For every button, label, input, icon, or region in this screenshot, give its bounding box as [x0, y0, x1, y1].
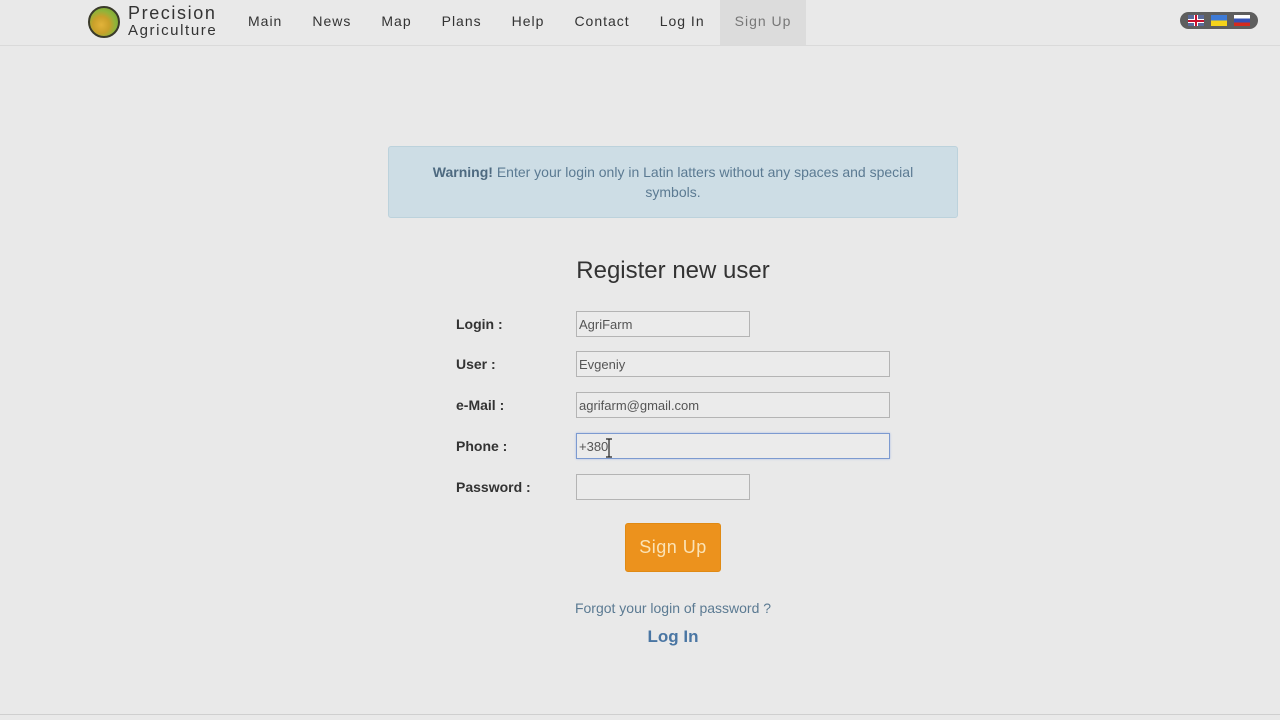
login-input[interactable]	[576, 311, 750, 337]
password-label: Password :	[456, 479, 531, 495]
footer-divider	[0, 714, 1280, 715]
page-title: Register new user	[576, 257, 770, 284]
login-label: Login :	[456, 316, 503, 332]
phone-label: Phone :	[456, 438, 508, 454]
language-switcher	[1180, 12, 1258, 29]
russia-flag-icon[interactable]	[1234, 15, 1251, 26]
login-link[interactable]: Log In	[0, 627, 1280, 647]
phone-input[interactable]	[576, 433, 890, 459]
navbar: Precision Agriculture Main News Map Plan…	[0, 0, 1280, 46]
brand-name-line1: Precision	[128, 3, 217, 23]
nav-main[interactable]: Main	[233, 0, 297, 45]
nav-plans[interactable]: Plans	[427, 0, 497, 45]
warning-text: Enter your login only in Latin latters w…	[492, 164, 914, 200]
forgot-password-link[interactable]: Forgot your login of password ?	[0, 600, 1280, 616]
nav-map[interactable]: Map	[366, 0, 426, 45]
warning-alert: Warning! Enter your login only in Latin …	[388, 146, 958, 218]
brand-name-line2: Agriculture	[128, 22, 218, 39]
nav-login[interactable]: Log In	[645, 0, 720, 45]
password-input[interactable]	[576, 474, 750, 500]
logo-icon	[88, 6, 120, 38]
nav-contact[interactable]: Contact	[559, 0, 644, 45]
nav-help[interactable]: Help	[497, 0, 560, 45]
user-label: User :	[456, 356, 496, 372]
ukraine-flag-icon[interactable]	[1210, 15, 1227, 26]
user-input[interactable]	[576, 351, 890, 377]
warning-label: Warning!	[432, 164, 493, 180]
main-nav: Main News Map Plans Help Contact Log In …	[233, 0, 807, 45]
email-label: e-Mail :	[456, 397, 505, 413]
nav-news[interactable]: News	[297, 0, 366, 45]
nav-signup[interactable]: Sign Up	[719, 0, 807, 45]
signup-button[interactable]: Sign Up	[625, 523, 721, 572]
uk-flag-icon[interactable]	[1187, 15, 1204, 26]
text-cursor-icon	[606, 438, 612, 458]
brand-logo-link[interactable]: Precision Agriculture	[88, 4, 217, 40]
email-input[interactable]	[576, 392, 890, 418]
